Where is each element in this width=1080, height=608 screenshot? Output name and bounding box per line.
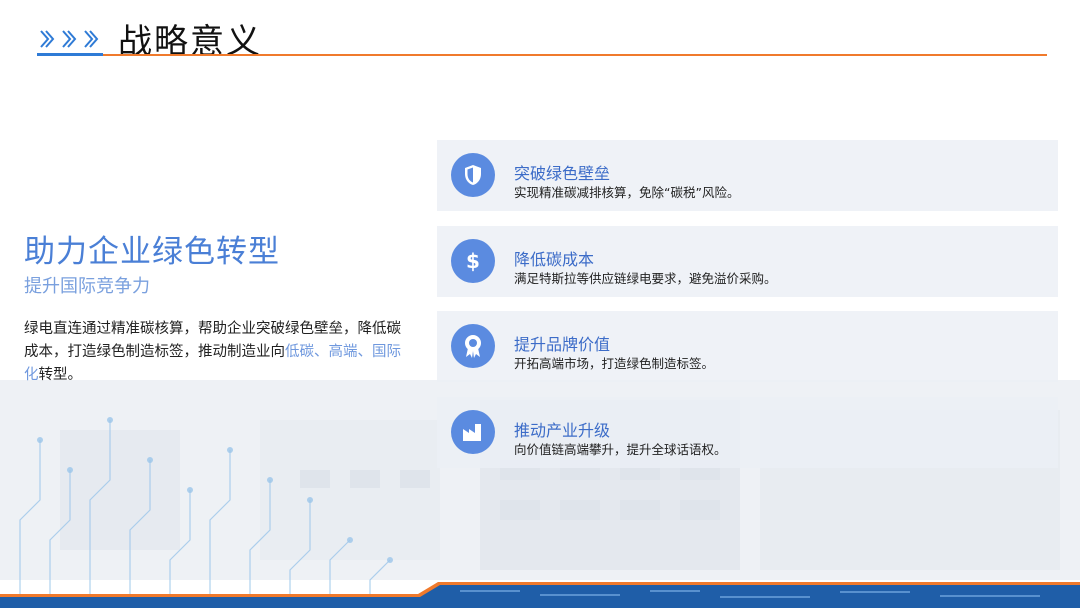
- paragraph-text-end: 转型。: [38, 367, 83, 383]
- shield-icon: [451, 153, 495, 197]
- header-chevrons-icon: [38, 28, 100, 50]
- card-description: 开拓高端市场，打造绿色制造标签。: [514, 356, 715, 371]
- footer-bar: [0, 582, 1080, 608]
- chevron-right-icon: [84, 30, 99, 48]
- card-title: 突破绿色壁垒: [514, 164, 611, 183]
- card-industry-upgrade: 推动产业升级 向价值链高端攀升，提升全球话语权。: [437, 397, 1058, 468]
- background-scene: [0, 0, 1080, 608]
- card-title: 推动产业升级: [514, 421, 611, 440]
- chevron-right-icon: [62, 30, 77, 48]
- section-subheading: 提升国际竞争力: [24, 276, 150, 297]
- section-paragraph: 绿电直连通过精准碳核算，帮助企业突破绿色壁垒，降低碳成本，打造绿色制造标签，推动…: [24, 318, 409, 387]
- dollar-icon: $: [451, 239, 495, 283]
- section-heading: 助力企业绿色转型: [24, 234, 280, 270]
- card-title: 降低碳成本: [514, 250, 595, 269]
- card-carbon-cost: $ 降低碳成本 满足特斯拉等供应链绿电要求，避免溢价采购。: [437, 226, 1058, 297]
- chevron-right-icon: [40, 30, 55, 48]
- header-divider-accent: [37, 53, 103, 56]
- award-icon: [451, 324, 495, 368]
- card-brand-value: 提升品牌价值 开拓高端市场，打造绿色制造标签。: [437, 311, 1058, 382]
- card-description: 满足特斯拉等供应链绿电要求，避免溢价采购。: [514, 271, 777, 286]
- factory-icon: [451, 410, 495, 454]
- header-divider: [37, 54, 1047, 56]
- card-green-barrier: 突破绿色壁垒 实现精准碳减排核算，免除“碳税”风险。: [437, 140, 1058, 211]
- svg-text:$: $: [466, 249, 480, 273]
- card-title: 提升品牌价值: [514, 335, 611, 354]
- card-description: 向价值链高端攀升，提升全球话语权。: [514, 442, 727, 457]
- card-description: 实现精准碳减排核算，免除“碳税”风险。: [514, 185, 740, 200]
